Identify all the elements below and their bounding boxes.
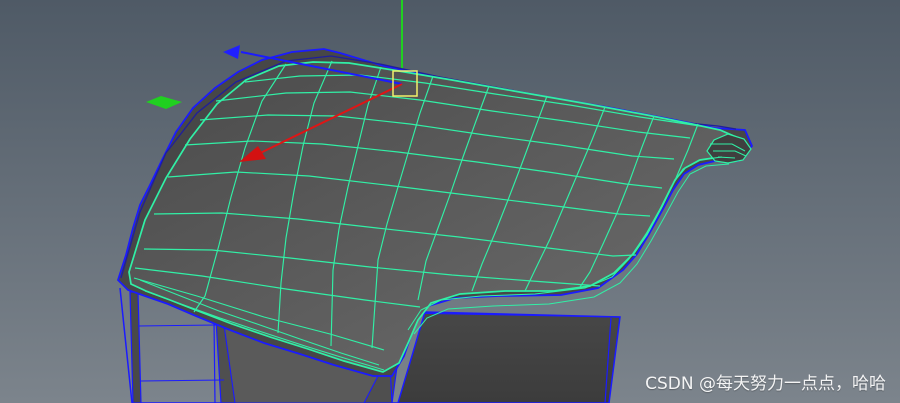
mesh-scene[interactable] <box>0 0 900 403</box>
viewport-3d[interactable]: CSDN @每天努力一点点，哈哈 <box>0 0 900 403</box>
